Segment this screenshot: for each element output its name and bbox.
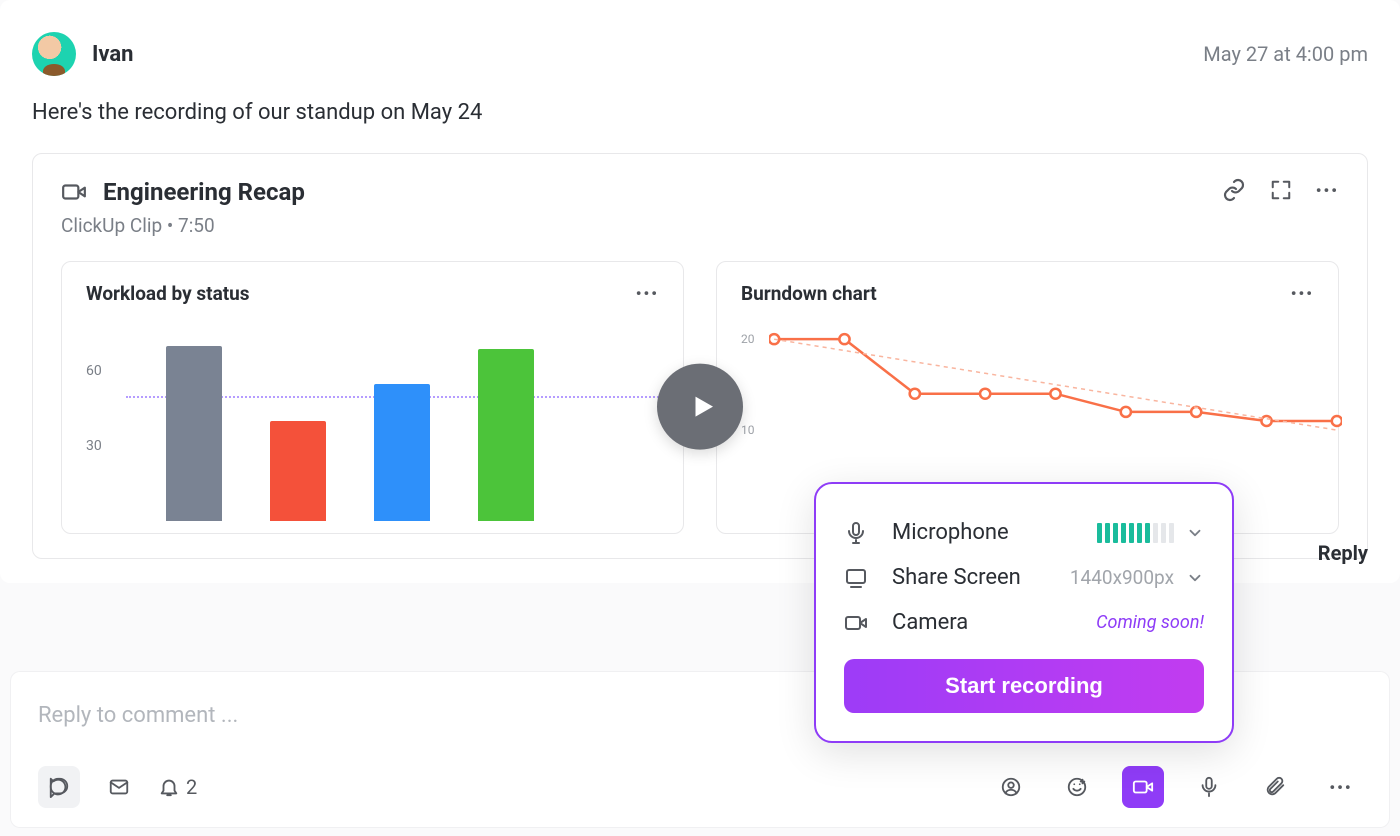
- author-row: Ivan: [32, 32, 134, 76]
- burndown-chart-title: Burndown chart: [741, 282, 877, 305]
- share-screen-label: Share Screen: [892, 565, 1021, 590]
- record-video-button[interactable]: [1122, 766, 1164, 808]
- play-button[interactable]: [657, 363, 743, 449]
- workload-chart-card: Workload by status ••• 30 60: [61, 261, 684, 534]
- chevron-down-icon[interactable]: [1186, 569, 1204, 587]
- audio-icon[interactable]: [1188, 766, 1230, 808]
- clip-source: ClickUp Clip: [61, 214, 162, 237]
- recording-popup: Microphone Share Screen 1440x900px: [814, 482, 1234, 743]
- share-screen-row[interactable]: Share Screen 1440x900px: [844, 555, 1204, 600]
- comment-icon[interactable]: [38, 766, 80, 808]
- assign-icon[interactable]: [990, 766, 1032, 808]
- notification-count: 2: [186, 775, 197, 799]
- y-tick: 10: [741, 423, 755, 437]
- level-bar: [1105, 523, 1110, 543]
- reply-link[interactable]: Reply: [1318, 541, 1368, 565]
- chart-more-icon[interactable]: •••: [1291, 284, 1314, 303]
- link-icon[interactable]: [1222, 178, 1246, 202]
- microphone-row[interactable]: Microphone: [844, 510, 1204, 555]
- level-bar: [1169, 523, 1174, 543]
- bar-chart: 30 60: [86, 321, 659, 521]
- y-tick: 60: [86, 363, 102, 379]
- level-bar: [1161, 523, 1166, 543]
- camera-icon: [844, 611, 868, 635]
- more-icon[interactable]: •••: [1316, 181, 1339, 200]
- more-icon[interactable]: •••: [1320, 766, 1362, 808]
- mail-icon[interactable]: [98, 766, 140, 808]
- chart-more-icon[interactable]: •••: [636, 284, 659, 303]
- attachment-icon[interactable]: [1254, 766, 1296, 808]
- microphone-label: Microphone: [892, 520, 1009, 545]
- author-name: Ivan: [92, 42, 134, 67]
- level-bar: [1153, 523, 1158, 543]
- avatar[interactable]: [32, 32, 76, 76]
- microphone-icon: [844, 521, 868, 545]
- mic-level-meter: [1097, 523, 1174, 543]
- level-bar: [1137, 523, 1142, 543]
- workload-chart-title: Workload by status: [86, 282, 250, 305]
- level-bar: [1121, 523, 1126, 543]
- bar: [270, 421, 326, 521]
- level-bar: [1129, 523, 1134, 543]
- bar: [478, 349, 534, 522]
- bar: [166, 346, 222, 521]
- camera-row: Camera Coming soon!: [844, 600, 1204, 645]
- camera-coming-soon: Coming soon!: [1096, 612, 1204, 633]
- y-tick: 30: [86, 438, 102, 454]
- clip-meta: ClickUp Clip • 7:50: [61, 214, 305, 237]
- level-bar: [1113, 523, 1118, 543]
- start-recording-button[interactable]: Start recording: [844, 659, 1204, 713]
- level-bar: [1097, 523, 1102, 543]
- clip-duration: 7:50: [178, 214, 215, 237]
- monitor-icon: [844, 566, 868, 590]
- camera-label: Camera: [892, 610, 968, 635]
- comment-header: Ivan May 27 at 4:00 pm: [32, 32, 1368, 76]
- chevron-down-icon[interactable]: [1186, 524, 1204, 542]
- emoji-icon[interactable]: [1056, 766, 1098, 808]
- y-tick: 20: [741, 332, 755, 346]
- bar: [374, 384, 430, 522]
- level-bar: [1145, 523, 1150, 543]
- screen-resolution: 1440x900px: [1070, 566, 1174, 589]
- video-icon: [61, 179, 87, 205]
- bell-icon[interactable]: [158, 776, 180, 798]
- comment-body: Here's the recording of our standup on M…: [32, 100, 1368, 125]
- comment-timestamp: May 27 at 4:00 pm: [1203, 42, 1368, 66]
- clip-meta-sep: •: [162, 214, 178, 237]
- clip-title: Engineering Recap: [103, 178, 305, 206]
- expand-icon[interactable]: [1270, 179, 1292, 201]
